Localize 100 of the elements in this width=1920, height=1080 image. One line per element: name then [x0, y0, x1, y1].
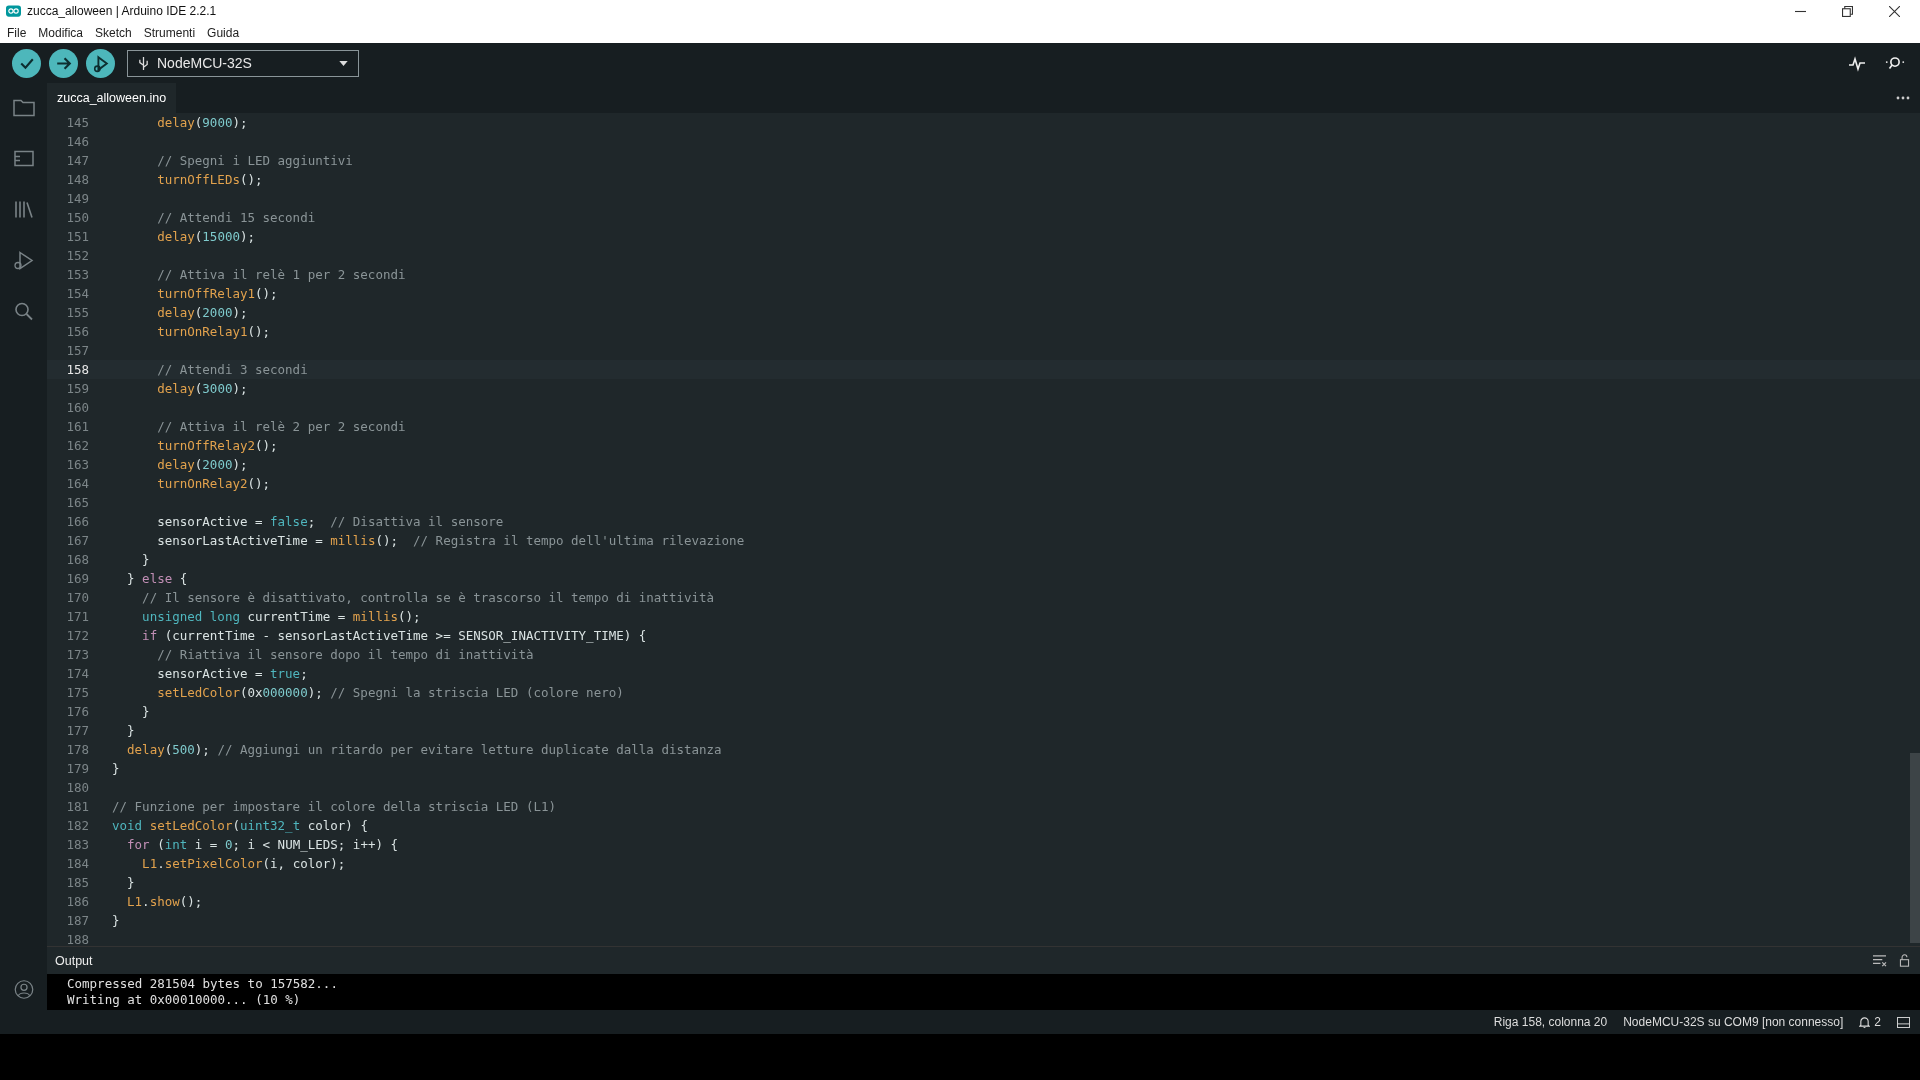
line-number: 156 — [65, 323, 90, 339]
line-number: 155 — [65, 304, 90, 320]
usb-icon — [138, 55, 149, 71]
code-line: turnOffRelay1(); — [156, 285, 278, 301]
code-line: } — [112, 912, 120, 928]
line-number: 179 — [65, 760, 90, 776]
window-title: zucca_alloween | Arduino IDE 2.2.1 — [27, 4, 217, 18]
output-line: Writing at 0x00010000... (10 %) — [67, 992, 302, 1009]
board-selector[interactable]: NodeMCU-32S — [127, 49, 359, 77]
line-number: 173 — [65, 646, 90, 662]
board-status[interactable]: NodeMCU-32S su COM9 [non connesso] — [1623, 1015, 1844, 1029]
board-name: NodeMCU-32S — [157, 55, 252, 71]
code-line: turnOnRelay2(); — [156, 475, 271, 491]
file-tab[interactable]: zucca_alloween.ino — [47, 83, 177, 113]
line-number: 145 — [65, 114, 90, 130]
code-line: // Funzione per impostare il colore della striscia LED (L1) — [112, 798, 556, 814]
line-number: 188 — [65, 931, 90, 947]
app-logo-icon — [6, 5, 21, 17]
menu-item[interactable]: File — [7, 25, 27, 40]
upload-button[interactable] — [49, 48, 78, 78]
code-line: sensorLastActiveTime = millis(); // Registra il tempo dell'ultima rilevazione — [156, 532, 745, 548]
line-number: 158 — [65, 361, 90, 377]
code-line: L1.setPixelColor(i, color); — [141, 855, 346, 871]
line-number: 182 — [65, 817, 90, 833]
code-line: turnOffRelay2(); — [156, 437, 278, 453]
cursor-position[interactable]: Riga 158, colonna 20 — [1493, 1015, 1608, 1029]
board-icon[interactable] — [11, 148, 36, 169]
restore-icon[interactable] — [1842, 5, 1853, 17]
line-number: 168 — [65, 551, 90, 567]
code-line: delay(9000); — [156, 114, 248, 130]
menu-item[interactable]: Modifica — [38, 25, 84, 40]
line-number: 167 — [65, 532, 90, 548]
line-number: 174 — [65, 665, 90, 681]
line-number: 177 — [65, 722, 90, 738]
line-number: 187 — [65, 912, 90, 928]
code-line: void setLedColor(uint32_t color) { — [112, 817, 368, 833]
line-number: 146 — [65, 133, 90, 149]
line-number: 165 — [65, 494, 90, 510]
line-number: 176 — [65, 703, 90, 719]
code-line: turnOnRelay1(); — [156, 323, 271, 339]
folder-icon[interactable] — [11, 97, 36, 118]
code-line: } — [141, 551, 150, 567]
code-line: sensorActive = false; // Disattiva il sensore — [156, 513, 504, 529]
code-line: delay(15000); — [156, 228, 256, 244]
line-number: 150 — [65, 209, 90, 225]
code-line: setLedColor(0x000000); // Spegni la striscia LED (colore nero) — [156, 684, 624, 700]
code-line: turnOffLEDs(); — [156, 171, 263, 187]
line-number: 172 — [65, 627, 90, 643]
code-line: } — [112, 760, 120, 776]
verify-button[interactable] — [12, 48, 41, 78]
notification-count: 2 — [1874, 1015, 1881, 1029]
code-line: delay(3000); — [156, 380, 248, 396]
caret-icon — [339, 60, 348, 66]
line-number: 186 — [65, 893, 90, 909]
output-line: Compressed 281504 bytes to 157582... — [67, 976, 339, 993]
code-line: // Attiva il relè 1 per 2 secondi — [156, 266, 406, 282]
bell-icon[interactable] — [1859, 1015, 1871, 1029]
line-number: 160 — [65, 399, 90, 415]
more-icon[interactable] — [1896, 96, 1910, 100]
debug-button[interactable] — [86, 48, 115, 78]
panel-icon[interactable] — [1897, 1016, 1910, 1028]
line-number: 169 — [65, 570, 90, 586]
clear-icon[interactable] — [1872, 954, 1887, 968]
line-number: 166 — [65, 513, 90, 529]
code-line: L1.show(); — [126, 893, 203, 909]
line-number: 152 — [65, 247, 90, 263]
line-number: 159 — [65, 380, 90, 396]
code-line: delay(500); // Aggiungi un ritardo per evitare letture duplicate dalla distanza — [126, 741, 722, 757]
code-line: delay(2000); — [156, 304, 248, 320]
code-line: unsigned long currentTime = millis(); — [141, 608, 421, 624]
line-number: 185 — [65, 874, 90, 890]
line-number: 161 — [65, 418, 90, 434]
line-number: 184 — [65, 855, 90, 871]
code-line: // Spegni i LED aggiuntivi — [156, 152, 353, 168]
menu-item[interactable]: Sketch — [95, 25, 132, 40]
code-line: // Attiva il relè 2 per 2 secondi — [156, 418, 406, 434]
line-number: 151 — [65, 228, 90, 244]
menu-item[interactable]: Strumenti — [143, 25, 196, 40]
menu-item[interactable]: Guida — [207, 25, 240, 40]
code-line: // Attendi 3 secondi — [156, 361, 308, 377]
line-number: 162 — [65, 437, 90, 453]
line-number: 175 — [65, 684, 90, 700]
lock-icon[interactable] — [1897, 954, 1912, 968]
code-line: sensorActive = true; — [156, 665, 308, 681]
scrollbar-thumb[interactable] — [1910, 752, 1920, 943]
line-number: 149 — [65, 190, 90, 206]
code-line: } — [126, 722, 135, 738]
code-line: // Il sensore è disattivato, controlla se è trascorso il tempo di inattività — [141, 589, 715, 605]
debug-icon[interactable] — [11, 250, 36, 271]
line-number: 163 — [65, 456, 90, 472]
close-icon[interactable] — [1889, 5, 1900, 17]
line-number: 171 — [65, 608, 90, 624]
code-line: } else { — [126, 570, 188, 586]
code-line: } — [126, 874, 135, 890]
line-number: 157 — [65, 342, 90, 358]
code-line: for (int i = 0; i < NUM_LEDS; i++) { — [126, 836, 399, 852]
line-number: 154 — [65, 285, 90, 301]
line-number: 178 — [65, 741, 90, 757]
code-line: delay(2000); — [156, 456, 248, 472]
code-line: // Attendi 15 secondi — [156, 209, 316, 225]
